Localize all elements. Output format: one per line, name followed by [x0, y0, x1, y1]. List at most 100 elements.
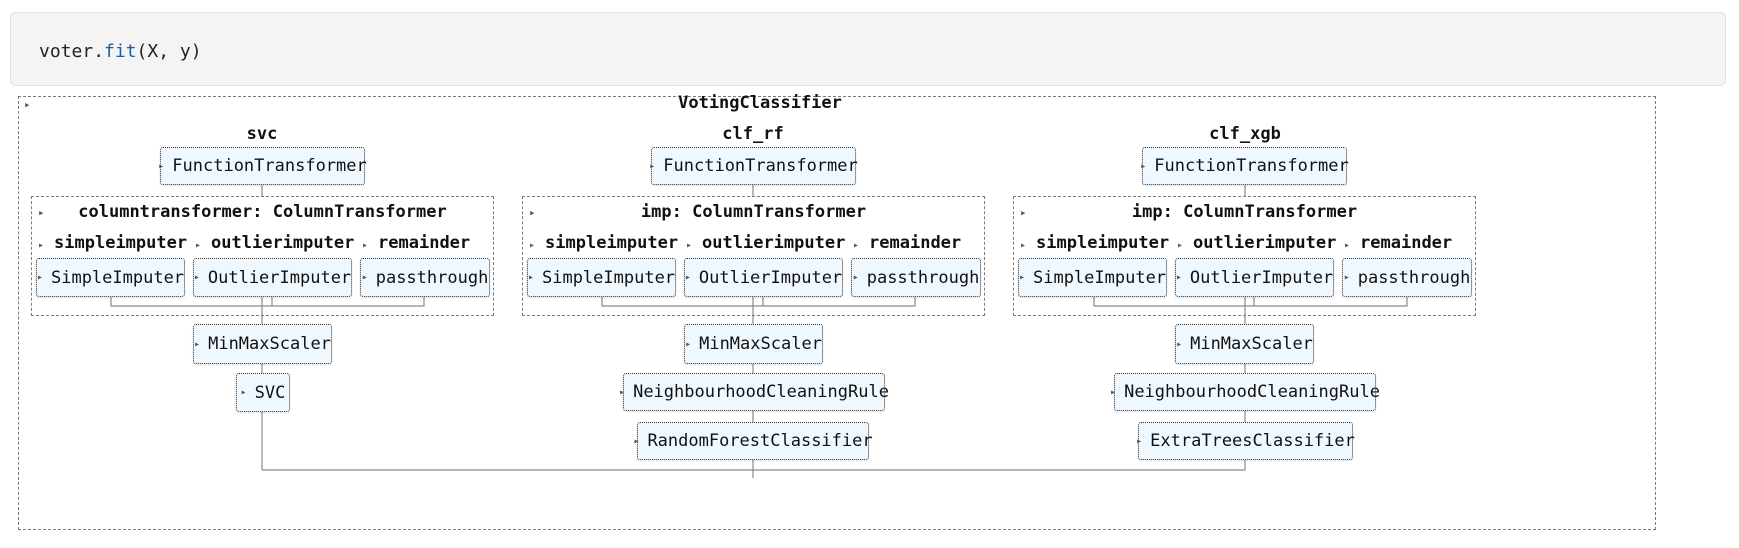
function-transformer-svc[interactable]: ▸ FunctionTransformer — [158, 147, 367, 185]
expand-icon: ▸ — [685, 338, 692, 350]
expand-icon: ▸ — [36, 272, 43, 283]
code-args: (X, y) — [136, 41, 202, 62]
outlier-imputer-clf-xgb[interactable]: ▸ OutlierImputer — [1175, 258, 1334, 297]
estimator-label: SimpleImputer — [50, 267, 185, 288]
column-transformer-label-svc[interactable]: columntransformer: ColumnTransformer — [31, 202, 494, 222]
outlier-imputer-clf-rf[interactable]: ▸ OutlierImputer — [684, 258, 843, 297]
expand-icon: ▸ — [686, 240, 693, 251]
column-name: outlierimputer — [702, 233, 846, 253]
passthrough-clf-rf[interactable]: ▸ passthrough — [851, 258, 981, 297]
expand-icon: ▸ — [649, 160, 656, 172]
extra-trees-classifier[interactable]: ▸ ExtraTreesClassifier — [1136, 422, 1355, 460]
random-forest-classifier[interactable]: ▸ RandomForestClassifier — [633, 422, 873, 460]
expand-icon: ▸ — [853, 240, 860, 251]
estimator-label: MinMaxScaler — [699, 334, 822, 354]
column-head-simpleimputer[interactable]: ▸ simpleimputer — [38, 233, 187, 253]
estimator-label: MinMaxScaler — [208, 334, 331, 354]
expand-icon: ▸ — [527, 272, 534, 283]
estimator-label: FunctionTransformer — [1154, 156, 1349, 176]
simple-imputer-clf-rf[interactable]: ▸ SimpleImputer — [527, 258, 676, 297]
expand-icon: ▸ — [1344, 240, 1351, 251]
svc-estimator[interactable]: ▸ SVC — [236, 373, 290, 412]
code-cell[interactable]: voter.fit(X, y) — [10, 12, 1726, 86]
estimator-label: NeighbourhoodCleaningRule — [633, 382, 889, 402]
expand-icon: ▸ — [633, 435, 640, 447]
estimator-label: ExtraTreesClassifier — [1150, 431, 1355, 451]
estimator-label: OutlierImputer — [1189, 267, 1334, 288]
code-dot: . — [93, 41, 105, 62]
column-name: simpleimputer — [54, 233, 188, 253]
branch-name-clf-rf: clf_rf — [722, 124, 784, 144]
estimator-label: OutlierImputer — [207, 267, 352, 288]
code-object: voter — [39, 41, 94, 62]
estimator-label: FunctionTransformer — [663, 156, 858, 176]
expand-icon: ▸ — [361, 272, 368, 283]
estimator-label: passthrough — [375, 267, 489, 288]
voting-classifier-label[interactable]: VotingClassifier — [0, 93, 1520, 113]
estimator-label: SimpleImputer — [1032, 267, 1167, 288]
column-head-simpleimputer[interactable]: ▸ simpleimputer — [1020, 233, 1169, 253]
neighbourhood-cleaning-rule-clf-xgb[interactable]: ▸ NeighbourhoodCleaningRule — [1110, 373, 1380, 411]
passthrough-svc[interactable]: ▸ passthrough — [360, 258, 490, 297]
function-transformer-clf-rf[interactable]: ▸ FunctionTransformer — [649, 147, 858, 185]
branch-name-svc: svc — [246, 124, 278, 144]
expand-icon: ▸ — [240, 387, 247, 398]
estimator-label: passthrough — [866, 267, 980, 288]
column-name: simpleimputer — [545, 233, 679, 253]
estimator-label: SVC — [254, 382, 286, 403]
min-max-scaler-svc[interactable]: ▸ MinMaxScaler — [193, 324, 332, 364]
min-max-scaler-clf-xgb[interactable]: ▸ MinMaxScaler — [1175, 324, 1314, 364]
passthrough-clf-xgb[interactable]: ▸ passthrough — [1342, 258, 1472, 297]
expand-icon: ▸ — [1020, 240, 1027, 251]
column-name: remainder — [869, 233, 962, 253]
estimator-label: FunctionTransformer — [172, 156, 367, 176]
expand-icon: ▸ — [1177, 240, 1184, 251]
expand-icon: ▸ — [158, 160, 165, 172]
expand-icon: ▸ — [1343, 272, 1350, 283]
column-name: remainder — [378, 233, 471, 253]
code-line: voter.fit(X, y) — [39, 41, 202, 62]
column-head-outlierimputer[interactable]: ▸ outlierimputer — [686, 233, 845, 253]
column-name: outlierimputer — [211, 233, 355, 253]
estimator-label: NeighbourhoodCleaningRule — [1124, 382, 1380, 402]
simple-imputer-svc[interactable]: ▸ SimpleImputer — [36, 258, 185, 297]
column-transformer-label-clf-rf[interactable]: imp: ColumnTransformer — [522, 202, 985, 222]
expand-icon: ▸ — [684, 272, 691, 283]
column-head-outlierimputer[interactable]: ▸ outlierimputer — [1177, 233, 1336, 253]
column-name: outlierimputer — [1193, 233, 1337, 253]
expand-icon: ▸ — [38, 240, 45, 251]
column-head-remainder[interactable]: ▸ remainder — [362, 233, 470, 253]
expand-icon: ▸ — [529, 240, 536, 251]
estimator-label: passthrough — [1357, 267, 1471, 288]
estimator-label: SimpleImputer — [541, 267, 676, 288]
column-head-simpleimputer[interactable]: ▸ simpleimputer — [529, 233, 678, 253]
column-head-remainder[interactable]: ▸ remainder — [1344, 233, 1452, 253]
expand-icon: ▸ — [362, 240, 369, 251]
estimator-label: OutlierImputer — [698, 267, 843, 288]
expand-icon: ▸ — [194, 338, 201, 350]
expand-icon: ▸ — [1018, 272, 1025, 283]
expand-icon: ▸ — [1136, 435, 1143, 447]
expand-icon: ▸ — [1140, 160, 1147, 172]
column-head-remainder[interactable]: ▸ remainder — [853, 233, 961, 253]
expand-icon: ▸ — [619, 386, 626, 398]
neighbourhood-cleaning-rule-clf-rf[interactable]: ▸ NeighbourhoodCleaningRule — [619, 373, 889, 411]
min-max-scaler-clf-rf[interactable]: ▸ MinMaxScaler — [684, 324, 823, 364]
estimator-label: RandomForestClassifier — [647, 431, 873, 451]
expand-icon: ▸ — [195, 240, 202, 251]
column-name: remainder — [1360, 233, 1453, 253]
code-method: fit — [104, 41, 137, 62]
column-head-outlierimputer[interactable]: ▸ outlierimputer — [195, 233, 354, 253]
expand-icon: ▸ — [1176, 338, 1183, 350]
expand-icon: ▸ — [193, 272, 200, 283]
expand-icon: ▸ — [852, 272, 859, 283]
expand-icon: ▸ — [1175, 272, 1182, 283]
outlier-imputer-svc[interactable]: ▸ OutlierImputer — [193, 258, 352, 297]
column-name: simpleimputer — [1036, 233, 1170, 253]
simple-imputer-clf-xgb[interactable]: ▸ SimpleImputer — [1018, 258, 1167, 297]
column-transformer-label-clf-xgb[interactable]: imp: ColumnTransformer — [1013, 202, 1476, 222]
estimator-label: MinMaxScaler — [1190, 334, 1313, 354]
expand-icon: ▸ — [1110, 386, 1117, 398]
branch-name-clf-xgb: clf_xgb — [1209, 124, 1281, 144]
function-transformer-clf-xgb[interactable]: ▸ FunctionTransformer — [1140, 147, 1349, 185]
